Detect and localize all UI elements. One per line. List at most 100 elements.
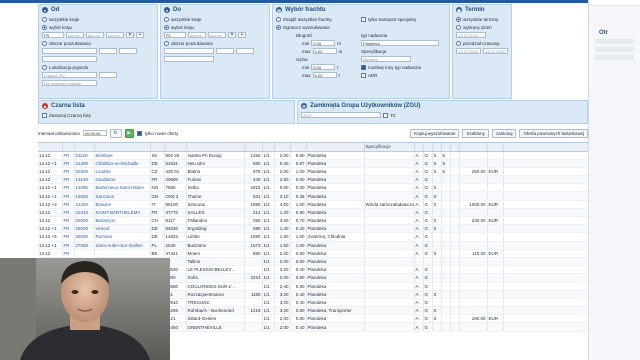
to-remove-button[interactable]: ✕ — [228, 32, 236, 38]
freight-min-len-input[interactable]: 0.00 — [311, 40, 336, 46]
freight-type-select[interactable]: Plandeka — [361, 40, 440, 46]
date-all-radio[interactable] — [456, 16, 461, 22]
from-opt-all-row[interactable]: wszystkie kraje — [42, 15, 154, 23]
freight-max-w-input[interactable]: 5.00 — [312, 72, 337, 78]
column-header[interactable] — [432, 143, 442, 152]
column-header[interactable] — [262, 143, 275, 152]
from-loc-radius[interactable] — [99, 72, 117, 78]
to-radius-input[interactable] — [216, 48, 234, 54]
freight-opt-all-row[interactable]: Znajdź wszystkie frachty — [276, 15, 357, 23]
table-row[interactable]: 13.12 +1 FR 25000 Vesoul DE 84030 Ergolding 599… — [38, 224, 588, 234]
column-header[interactable] — [38, 143, 63, 152]
freight-adr-row[interactable]: ADR — [361, 71, 446, 79]
blacklist-checkbox[interactable] — [42, 112, 47, 118]
date-opt-range-row[interactable]: przedział czasowy — [456, 39, 508, 47]
from-opt-loc-row[interactable]: Lokalizacja pojazdu — [42, 63, 154, 71]
to-kod2-input[interactable]: kod pc — [208, 32, 226, 38]
date-day-input[interactable]: 13.12.2018 — [456, 32, 486, 38]
column-header[interactable] — [450, 143, 460, 152]
to-all-radio[interactable] — [164, 16, 169, 22]
table-row[interactable]: 13.12 FR 02600 Louâtre CZ 430 01 Blatno 875 1/1 2… — [38, 167, 588, 177]
to-radius-input-2[interactable] — [236, 48, 254, 54]
column-header[interactable] — [487, 143, 504, 152]
from-kod2-input[interactable]: kod pc — [86, 32, 104, 38]
column-header[interactable] — [423, 143, 433, 152]
from-loc-vehicle[interactable]: Nie wybrano pojazdu — [42, 80, 97, 86]
freight-max-len-input[interactable]: 4.00 — [312, 48, 337, 54]
to-add-button[interactable]: + — [238, 32, 246, 38]
freight-special-checkbox[interactable] — [361, 16, 367, 22]
table-row[interactable]: 13.12 +1 FR 16600 Sancoins GB OX9 3 Thame 531 1/… — [38, 191, 588, 201]
from-area-input[interactable] — [42, 48, 97, 54]
to-opt-choose-row[interactable]: wybór kraju — [164, 23, 266, 31]
copy-search-button[interactable]: Kopiuj wyszukiwanie — [410, 128, 460, 138]
column-header[interactable] — [441, 143, 451, 152]
table-row[interactable]: 13.12 +1 FR 13290 Barbezieux-Saint-Hilaire N… — [38, 183, 588, 193]
table-row[interactable]: 13.12 +3 FR 21200 Beaune IT 96100 Siracusa 1990… — [38, 200, 588, 209]
freight-limit-radio[interactable] — [276, 24, 281, 30]
from-opt-choose-row[interactable]: wybór kraju — [42, 23, 154, 31]
date-range-from[interactable]: 13.12.2018 — [456, 48, 481, 54]
column-header[interactable] — [274, 143, 291, 152]
column-header[interactable] — [244, 143, 263, 152]
to-area-input[interactable] — [164, 48, 214, 54]
from-country-select[interactable]: FR — [42, 32, 64, 38]
to-kod1-input[interactable]: kod pc — [188, 32, 206, 38]
table-row[interactable]: 13.12 FR 13120 Gardanne FR 20600 Furiani 440 1/1… — [38, 175, 588, 185]
to-area-input-2[interactable] — [164, 56, 214, 62]
to-opt-area-row[interactable]: obszar poszukiwania — [164, 39, 266, 47]
to-country-select[interactable]: PL — [164, 32, 186, 38]
to-opt-all-row[interactable]: wszystkie kraje — [164, 15, 266, 23]
return-offer-button[interactable]: Oferta powrotnych ładunkowej — [519, 128, 588, 138]
zgu-tc-checkbox[interactable] — [383, 112, 389, 118]
table-row[interactable]: 13.12 FR 01120 Montluel SK 900 26 Ivanka Pri D… — [38, 151, 588, 160]
freight-opt-limit-row[interactable]: Ogranicz wyszukiwanie — [276, 23, 357, 31]
column-header[interactable] — [94, 143, 151, 152]
from-radius-input-2[interactable] — [119, 48, 137, 54]
table-row[interactable]: 13.12 FR 22410 SAINT-BARTHELEMY FR 37770 SALLE… — [38, 208, 588, 218]
from-all-radio[interactable] — [42, 16, 47, 22]
column-header[interactable] — [164, 143, 187, 152]
column-header[interactable] — [459, 143, 488, 152]
column-header[interactable] — [290, 143, 307, 152]
column-header[interactable] — [150, 143, 165, 152]
freight-special-row[interactable]: tylko transport specjalny — [361, 15, 446, 23]
freight-alltypes-checkbox[interactable] — [361, 64, 367, 70]
from-remove-button[interactable]: ✕ — [126, 32, 134, 38]
freight-alltypes-row[interactable]: możliwy inny typ nadwozia — [361, 63, 446, 71]
column-header[interactable] — [186, 143, 245, 152]
date-opt-choose-row[interactable]: wybrany dzień — [456, 23, 508, 31]
refresh-interval-input[interactable]: 00:00:06 — [82, 130, 107, 136]
freight-adr-checkbox[interactable] — [361, 72, 367, 78]
column-header[interactable] — [503, 143, 588, 152]
from-loc-select[interactable]: Francja (PL) — [42, 72, 97, 78]
from-radius-input[interactable] — [99, 48, 117, 54]
column-header[interactable] — [62, 143, 75, 152]
to-area-radio[interactable] — [164, 40, 169, 46]
from-opt-area-row[interactable]: obszar poszukiwania — [42, 39, 154, 47]
table-row[interactable]: 13.12 FR BE 47441 Moers 580 1/1 2.00 0.80 Plandek… — [38, 249, 588, 258]
freight-all-radio[interactable] — [276, 16, 281, 22]
from-loc-radio[interactable] — [42, 64, 47, 70]
date-opt-all-row[interactable]: wszystkie terminy — [456, 15, 508, 23]
blacklist-row[interactable]: Zastosuj Czarną listę — [42, 111, 291, 119]
new-only-checkbox[interactable] — [136, 130, 142, 136]
column-header[interactable]: Specyfikacje — [364, 143, 415, 152]
refresh-button[interactable]: ↻ — [109, 128, 122, 138]
table-row[interactable]: 13.12 +1 FR 27600 Saint-Aubin-Sur-Gaillon PL… — [38, 241, 588, 250]
freight-min-w-input[interactable]: 0.00 — [311, 64, 336, 70]
zgu-select[interactable]: ZGU — [301, 112, 382, 118]
play-button[interactable]: ▶ — [124, 128, 134, 138]
date-range-to[interactable]: 14.12.2018 — [483, 48, 508, 54]
from-choose-radio[interactable] — [42, 24, 47, 30]
apply-button[interactable]: zastosuj — [491, 128, 517, 138]
from-kod1-input[interactable]: kod pc — [66, 32, 84, 38]
table-row[interactable]: 13.12 +5 FR 26500 Romans DE 14822 Linthe 1080 1/… — [38, 232, 588, 242]
table-row[interactable]: 13.12 +1 FR 01400 Châtillon-en-Michaille DE 5… — [38, 159, 588, 168]
from-add-button[interactable]: + — [136, 32, 144, 38]
from-area-input-2[interactable] — [42, 56, 97, 62]
from-area-radio[interactable] — [42, 40, 47, 46]
date-choose-radio[interactable] — [456, 24, 461, 30]
column-header[interactable] — [414, 143, 424, 152]
from-kod3-input[interactable]: kod pc — [106, 32, 124, 38]
